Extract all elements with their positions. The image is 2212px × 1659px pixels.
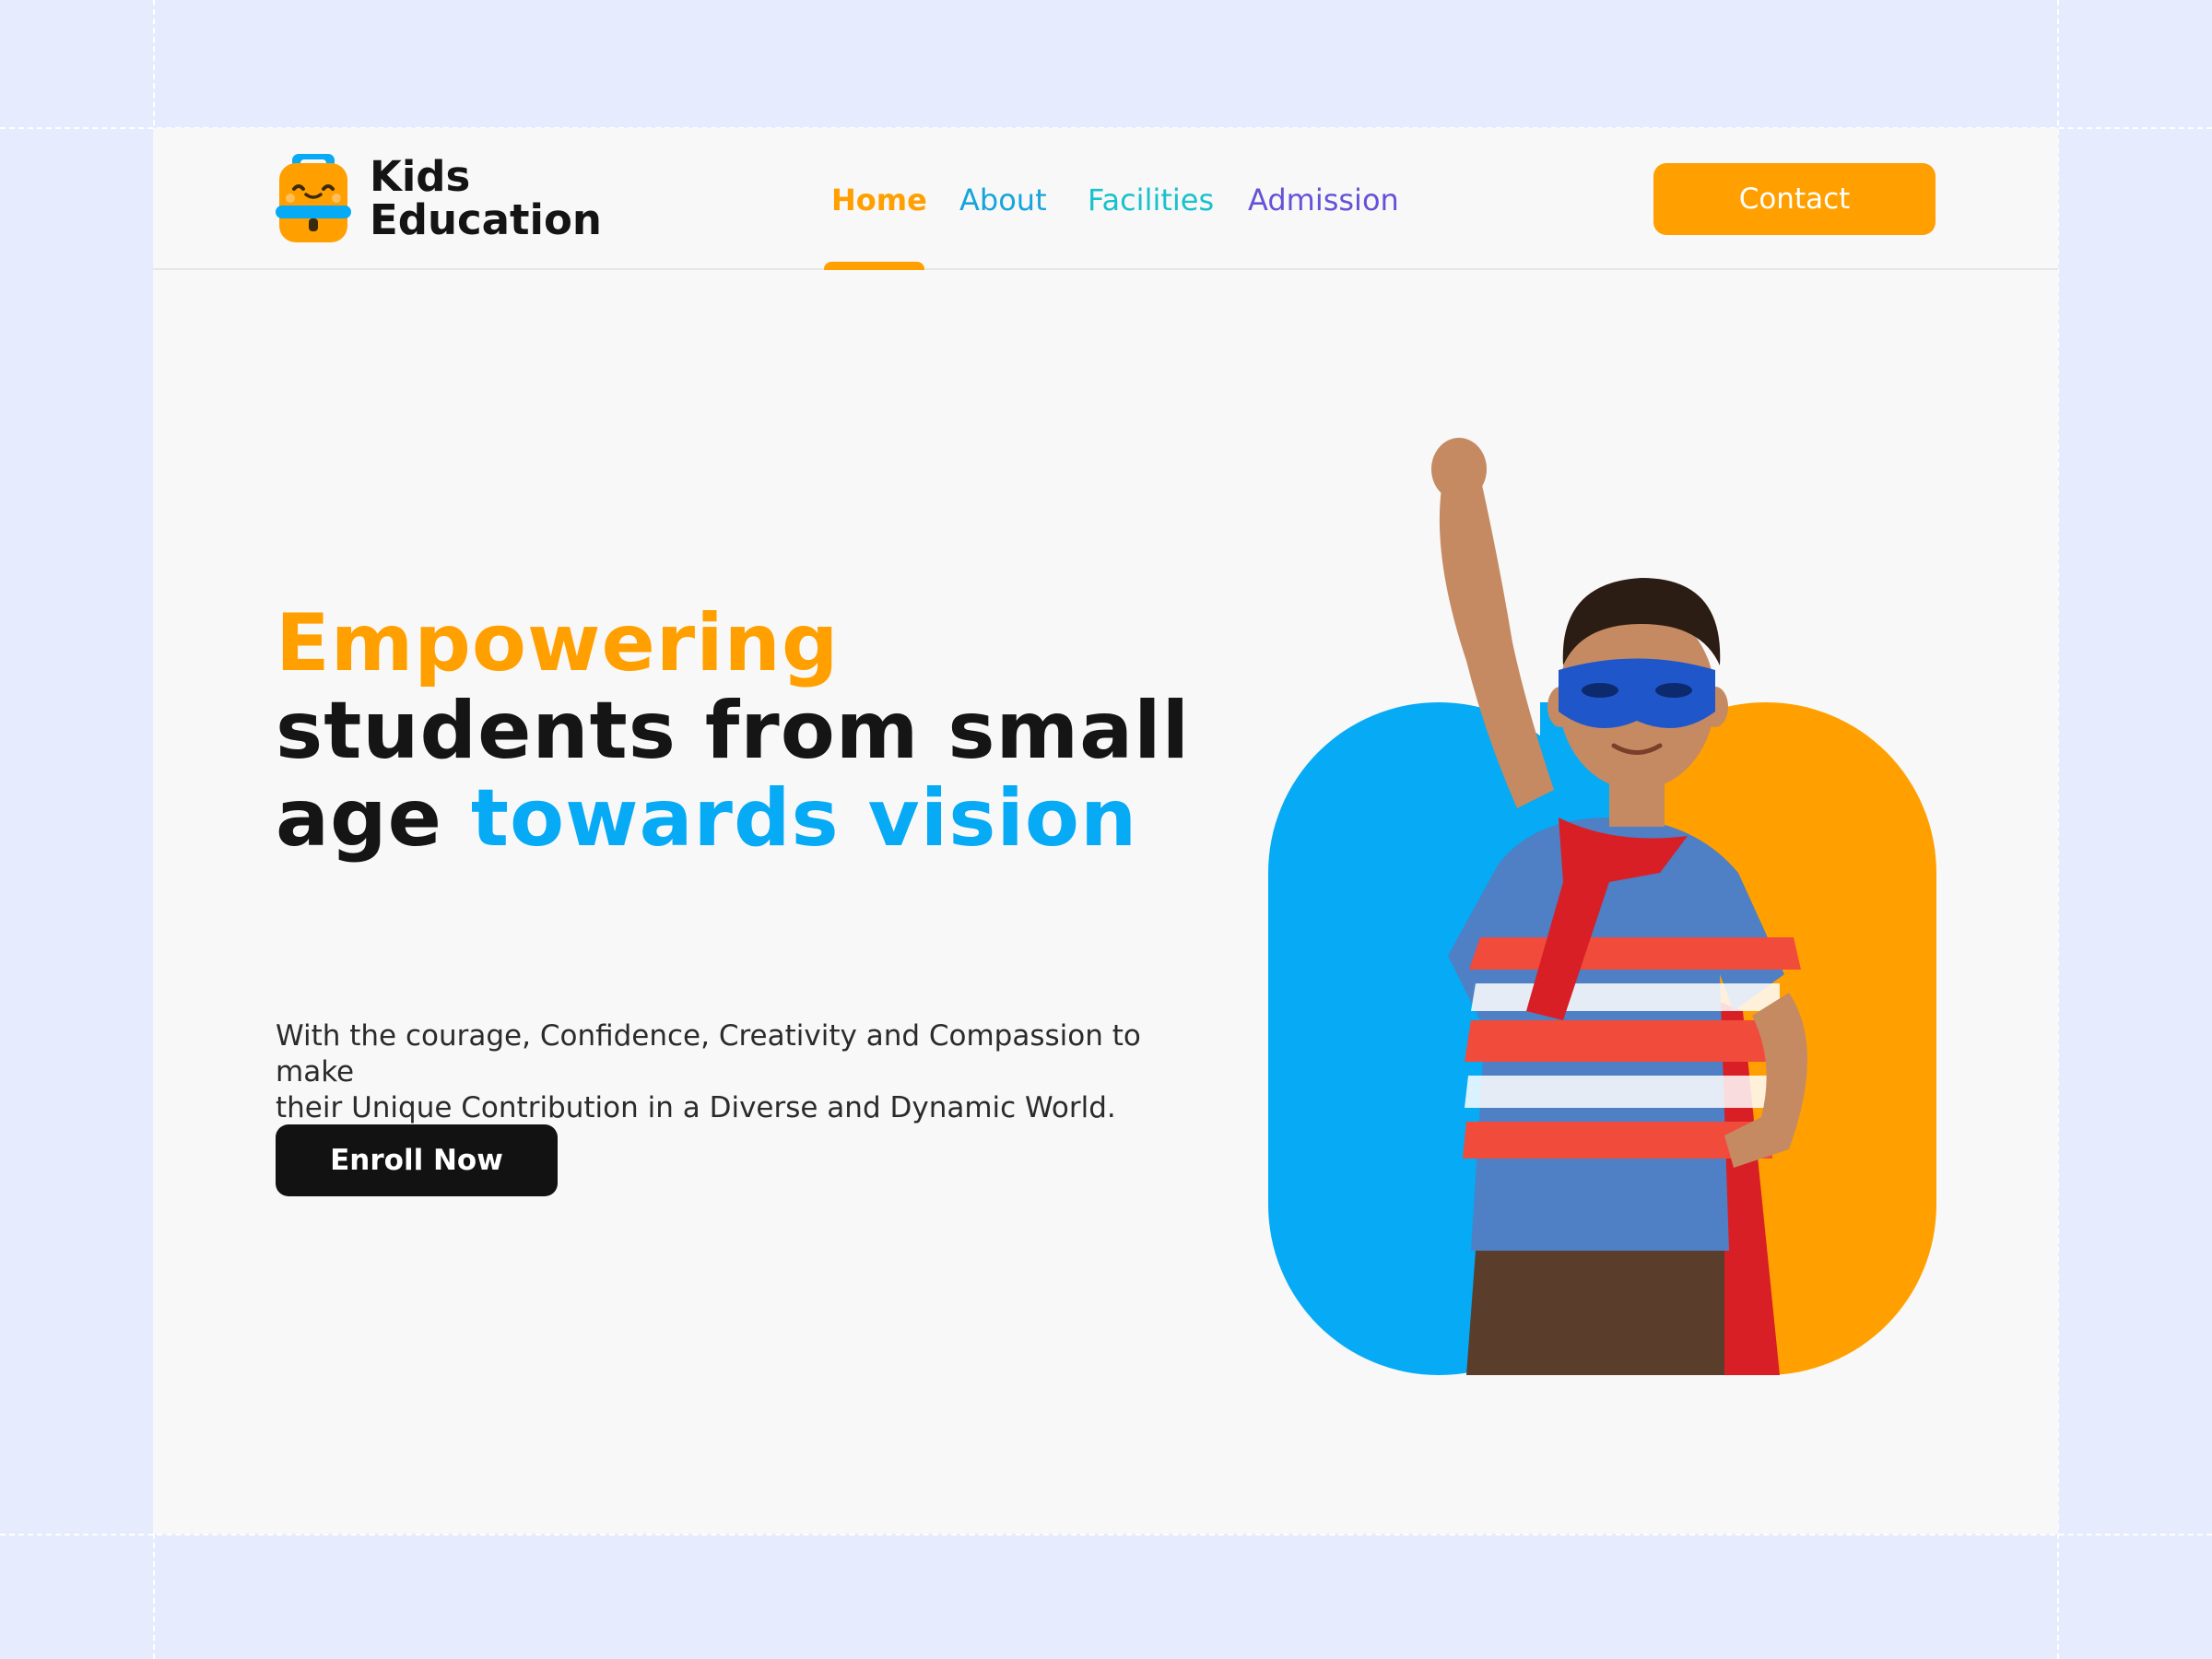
nav-home[interactable]: Home xyxy=(831,180,927,220)
nav-about[interactable]: About xyxy=(959,180,1047,220)
hero-title-accent: towards vision xyxy=(470,772,1138,865)
hero-title-line3: age towards vision xyxy=(276,775,1243,863)
hero-title-highlight: Empowering xyxy=(276,597,840,689)
navbar: Kids Education Home About Facilities Adm… xyxy=(153,128,2058,270)
website-frame: Kids Education Home About Facilities Adm… xyxy=(153,128,2058,1534)
hero-title-line3-plain: age xyxy=(276,772,471,865)
nav-facilities[interactable]: Facilities xyxy=(1088,180,1214,220)
contact-button[interactable]: Contact xyxy=(1653,163,1936,235)
active-nav-indicator xyxy=(824,262,924,270)
superhero-kid-illustration xyxy=(1268,438,1936,1375)
enroll-now-button[interactable]: Enroll Now xyxy=(276,1124,558,1196)
hero-title-line2: students from small xyxy=(276,685,1191,777)
hero-subtitle: With the courage, Confidence, Creativity… xyxy=(276,1018,1206,1126)
hero-subtitle-line2: their Unique Contribution in a Diverse a… xyxy=(276,1091,1116,1124)
hero-image xyxy=(1264,421,1946,1380)
nav-admission[interactable]: Admission xyxy=(1248,180,1399,220)
hero-title: Empowering students from small age towar… xyxy=(276,600,1243,863)
hero-subtitle-line1: With the courage, Confidence, Creativity… xyxy=(276,1019,1141,1088)
canvas-guide-bottom xyxy=(0,1534,2212,1535)
